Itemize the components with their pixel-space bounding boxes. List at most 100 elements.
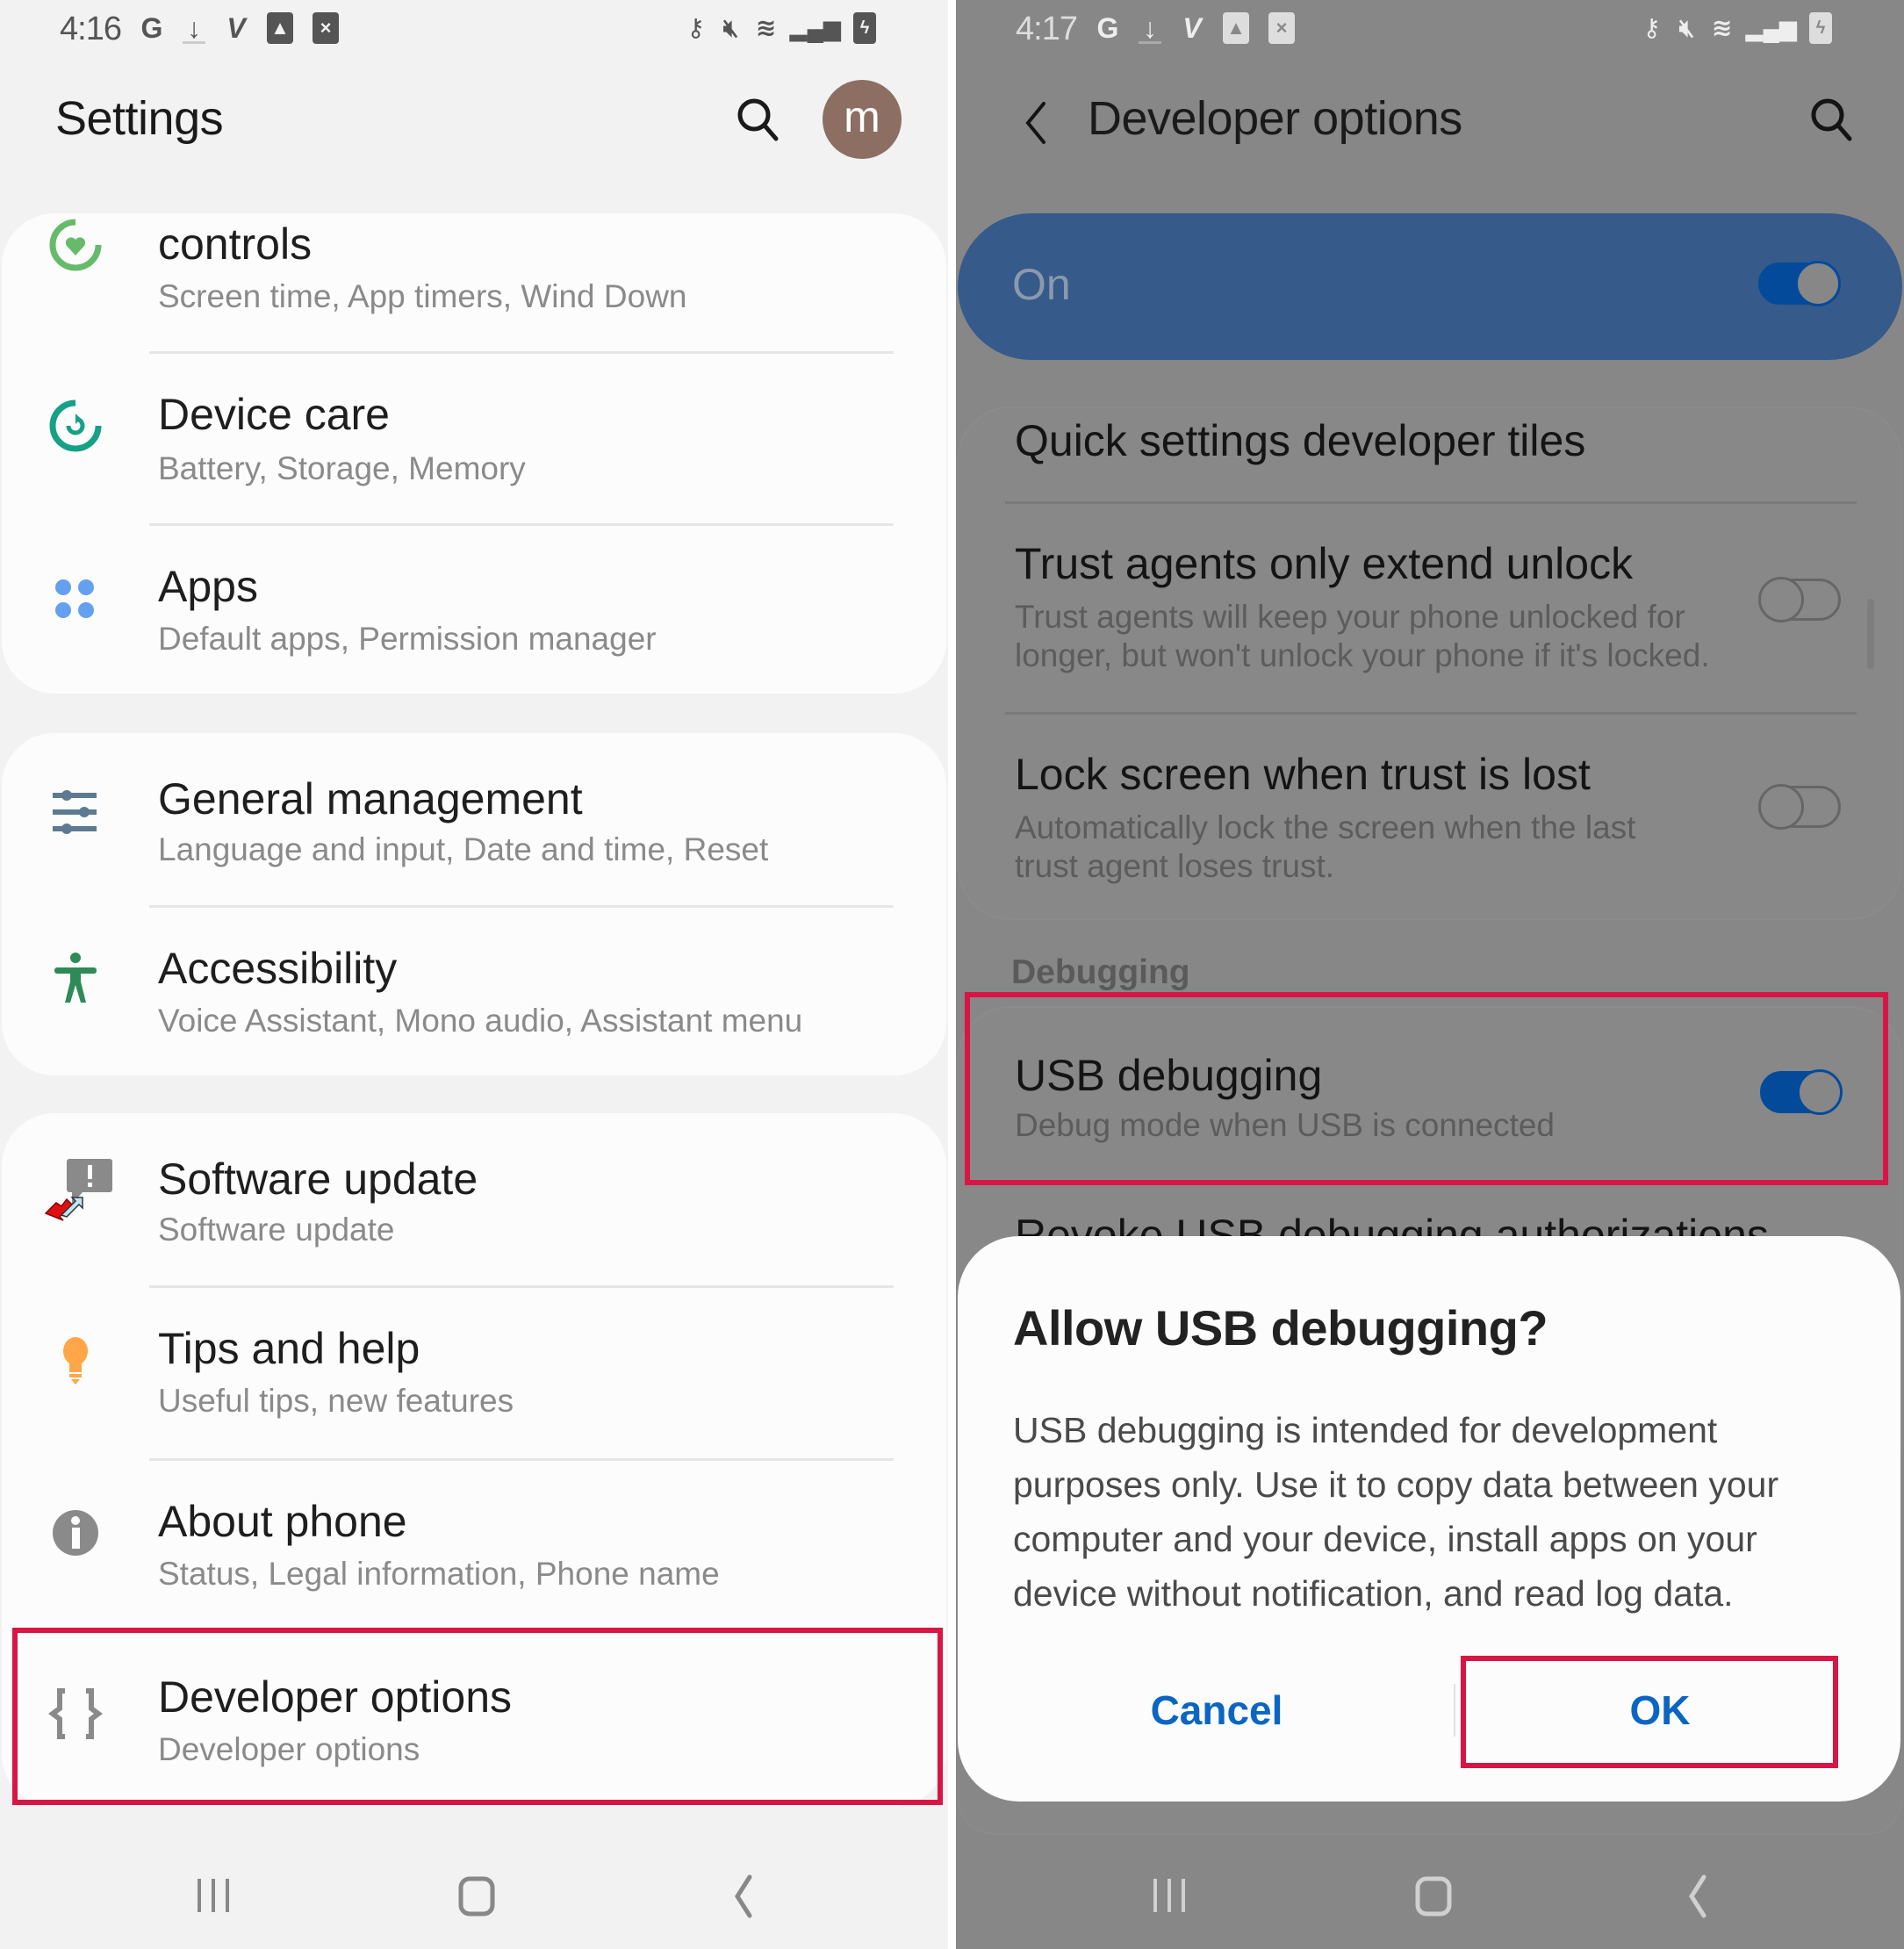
allow-usb-debugging-dialog: Allow USB debugging? USB debugging is in… <box>958 1236 1900 1802</box>
home-button[interactable] <box>1398 1861 1469 1931</box>
item-subtitle: Debug mode when USB is connected <box>1015 1107 1555 1143</box>
status-bar: 4:16 G ↓ V ▲ × ⚷ 🔇︎ ≋ ▂▄▆ ϟ <box>0 7 948 51</box>
settings-group-3: Software update Software update Tips and… <box>2 1113 946 1807</box>
navigation-bar <box>956 1861 1904 1931</box>
item-title: Tips and help <box>158 1324 420 1373</box>
item-title: Accessibility <box>158 944 398 993</box>
status-bar: 4:17 G ↓ V ▲ × ⚷ 🔇︎ ≋ ▂▄▆ ϟ <box>956 7 1904 51</box>
navigation-bar <box>0 1861 948 1931</box>
settings-item-general-management[interactable]: General management Language and input, D… <box>2 733 946 905</box>
settings-item-about-phone[interactable]: About phone Status, Legal information, P… <box>2 1461 946 1633</box>
toggle-knob <box>1758 577 1804 622</box>
settings-item-accessibility[interactable]: Accessibility Voice Assistant, Mono audi… <box>2 908 946 1075</box>
toggle-knob <box>1797 1069 1843 1115</box>
item-title: General management <box>158 774 583 823</box>
lock-screen-toggle[interactable] <box>1758 784 1843 830</box>
home-icon <box>1415 1876 1452 1917</box>
item-subtitle: Useful tips, new features <box>158 1383 514 1419</box>
account-avatar[interactable]: m <box>823 80 902 159</box>
developer-settings-group: Quick settings developer tiles Trust age… <box>958 406 1902 920</box>
back-button[interactable] <box>1663 1861 1734 1931</box>
item-subtitle: Default apps, Permission manager <box>158 621 657 657</box>
google-icon: G <box>140 12 163 44</box>
divider <box>1005 501 1857 504</box>
master-switch-bar[interactable]: On <box>958 213 1902 360</box>
verizon-icon: V <box>226 12 246 44</box>
verizon-icon: V <box>1182 12 1202 44</box>
battery-charging-icon: ϟ <box>1809 12 1832 44</box>
lightbulb-icon <box>63 1337 88 1384</box>
settings-item-device-care[interactable]: Device care Battery, Storage, Memory <box>2 354 946 526</box>
master-toggle[interactable] <box>1757 261 1841 306</box>
settings-item-developer-options[interactable]: Developer options Developer options <box>2 1633 946 1807</box>
info-icon <box>53 1510 98 1556</box>
back-button[interactable] <box>709 1861 780 1931</box>
back-button[interactable] <box>1014 97 1058 149</box>
device-care-icon <box>49 399 102 452</box>
settings-item-tips-and-help[interactable]: Tips and help Useful tips, new features <box>2 1288 946 1460</box>
trust-agents-toggle[interactable] <box>1758 577 1843 622</box>
item-title: Device care <box>158 390 390 439</box>
signal-icon: ▂▄▆ <box>789 15 841 41</box>
sim-error-icon: × <box>313 12 339 44</box>
debugging-group-bottom <box>958 1800 1902 1835</box>
dialog-title: Allow USB debugging? <box>1013 1300 1548 1356</box>
divider <box>1005 712 1857 715</box>
master-switch-label: On <box>1012 260 1071 309</box>
button-separator <box>1454 1684 1455 1737</box>
item-title: Quick settings developer tiles <box>1015 416 1586 465</box>
vpn-key-icon: ⚷ <box>1642 14 1661 41</box>
download-icon: ↓ <box>183 12 205 44</box>
search-icon <box>1811 98 1852 141</box>
status-time: 4:17 <box>1016 11 1078 47</box>
setting-lock-screen-trust-lost[interactable]: Lock screen when trust is lost Automatic… <box>959 716 1900 918</box>
settings-item-apps[interactable]: Apps Default apps, Permission manager <box>2 526 946 694</box>
back-arrow-icon <box>1025 102 1045 144</box>
item-subtitle: Language and input, Date and time, Reset <box>158 831 769 867</box>
item-title: Apps <box>158 562 258 611</box>
recents-button[interactable] <box>178 1861 248 1931</box>
developer-options-screen: 4:17 G ↓ V ▲ × ⚷ 🔇︎ ≋ ▂▄▆ ϟ Developer op… <box>956 0 1904 1949</box>
section-label-debugging: Debugging <box>1011 953 1190 991</box>
toggle-knob <box>1758 784 1804 830</box>
search-button[interactable] <box>1807 95 1857 144</box>
setting-usb-debugging[interactable]: USB debugging Debug mode when USB is con… <box>959 1008 1900 1178</box>
mute-icon: 🔇︎ <box>722 14 739 41</box>
status-time: 4:16 <box>60 11 122 47</box>
item-subtitle: Voice Assistant, Mono audio, Assistant m… <box>158 1003 803 1039</box>
usb-debugging-toggle[interactable] <box>1758 1069 1843 1115</box>
settings-group-2: General management Language and input, D… <box>2 733 946 1075</box>
home-icon <box>458 1876 495 1917</box>
item-subtitle: Developer options <box>158 1731 420 1767</box>
settings-item-software-update[interactable]: Software update Software update <box>2 1113 946 1285</box>
item-subtitle: Software update <box>158 1212 395 1248</box>
setting-trust-agents-extend-unlock[interactable]: Trust agents only extend unlock Trust ag… <box>959 505 1900 716</box>
recents-button[interactable] <box>1134 1861 1204 1931</box>
scrollbar[interactable] <box>1867 599 1874 669</box>
wifi-icon: ≋ <box>1711 14 1733 41</box>
item-subtitle: Battery, Storage, Memory <box>158 450 526 486</box>
mute-icon: 🔇︎ <box>1678 14 1695 41</box>
settings-group-1: controls Screen time, App timers, Wind D… <box>2 213 946 694</box>
item-subtitle: Status, Legal information, Phone name <box>158 1556 720 1592</box>
setting-quick-settings-tiles[interactable]: Quick settings developer tiles <box>959 408 1900 505</box>
braces-icon <box>48 1688 103 1739</box>
home-button[interactable] <box>442 1861 512 1931</box>
wifi-icon: ≋ <box>755 14 777 41</box>
item-title: controls <box>158 219 313 269</box>
item-subtitle-line1: Trust agents will keep your phone unlock… <box>1015 599 1685 635</box>
image-icon: ▲ <box>1223 12 1249 44</box>
accessibility-icon <box>54 953 97 1003</box>
recents-icon <box>198 1879 229 1912</box>
download-icon: ↓ <box>1139 12 1161 44</box>
settings-screen: 4:16 G ↓ V ▲ × ⚷ 🔇︎ ≋ ▂▄▆ ϟ Settings m c… <box>0 0 948 1949</box>
item-title: About phone <box>158 1497 407 1546</box>
dialog-message: USB debugging is intended for developmen… <box>1013 1410 1779 1614</box>
item-subtitle-line1: Automatically lock the screen when the l… <box>1015 809 1636 845</box>
search-button[interactable] <box>734 95 783 144</box>
sliders-icon <box>53 790 97 834</box>
settings-item-digital-wellbeing[interactable]: controls Screen time, App timers, Wind D… <box>2 213 946 354</box>
page-title: Settings <box>55 92 224 145</box>
ok-button[interactable]: OK <box>1476 1666 1844 1754</box>
cancel-button[interactable]: Cancel <box>993 1666 1441 1754</box>
